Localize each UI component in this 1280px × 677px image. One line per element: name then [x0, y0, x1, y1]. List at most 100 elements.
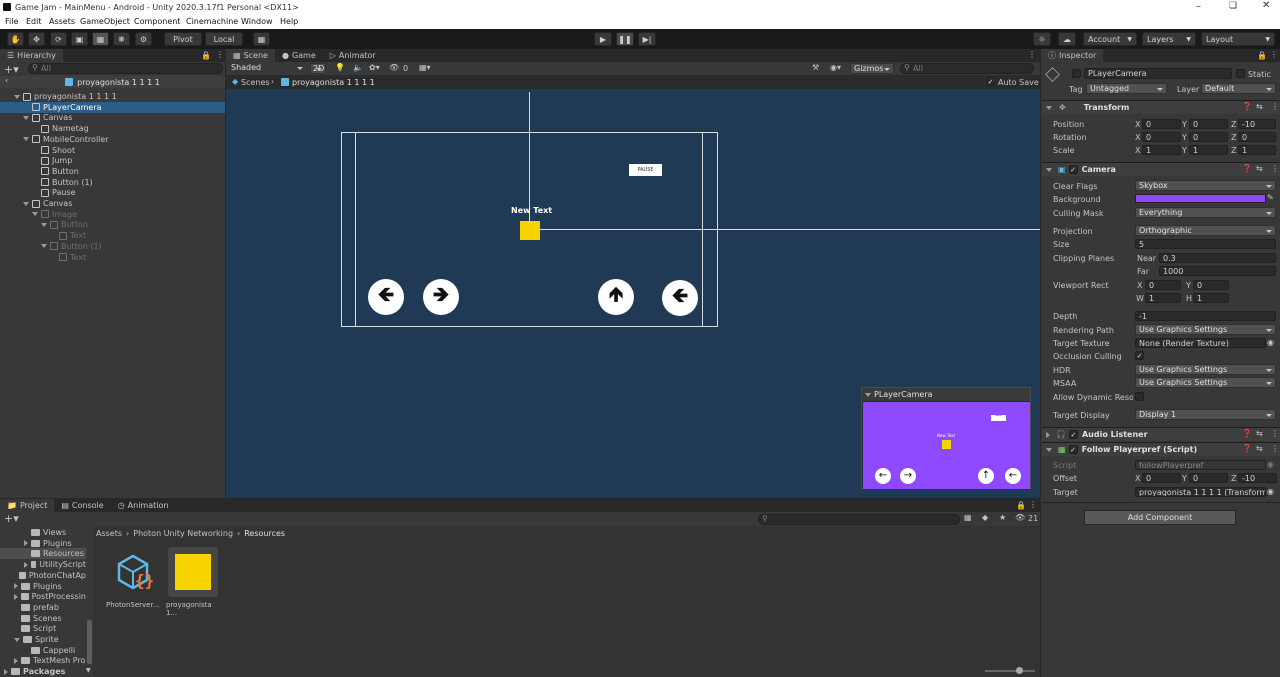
expand-arrow-icon[interactable] — [41, 244, 47, 249]
expand-arrow-icon[interactable] — [23, 115, 29, 120]
rotate-tool-icon[interactable]: ⟳ — [50, 32, 67, 46]
scale-z-axis-label[interactable]: Z — [1231, 146, 1236, 155]
expand-arrow-icon[interactable] — [23, 201, 29, 206]
add-component-button[interactable]: Add Component — [1084, 510, 1236, 525]
position-z-input[interactable]: -10 — [1238, 119, 1276, 129]
scale-y-axis-label[interactable]: Y — [1182, 146, 1187, 155]
audio-listener-collapse-icon[interactable] — [1046, 431, 1050, 438]
search-by-label-icon[interactable]: ◆ — [982, 513, 988, 522]
lock-icon[interactable]: 🔒 — [201, 51, 211, 60]
hdr-dropdown[interactable]: Use Graphics Settings — [1135, 364, 1276, 375]
menu-component[interactable]: Component — [134, 17, 180, 26]
folder-collapse-icon[interactable] — [14, 583, 18, 589]
offset-x-axis-label[interactable]: X — [1135, 474, 1140, 483]
scale-x-input[interactable]: 1 — [1142, 145, 1181, 155]
minimize-icon[interactable]: – — [1196, 1, 1201, 12]
position-x-axis-label[interactable]: X — [1135, 120, 1140, 129]
transform-header[interactable]: ✥ Transform ❓ ⇆ ⋮ — [1042, 100, 1280, 114]
size-input[interactable]: 5 — [1135, 239, 1276, 249]
background-color-swatch[interactable] — [1135, 194, 1266, 203]
rendering-path-dropdown[interactable]: Use Graphics Settings — [1135, 324, 1276, 335]
hierarchy-item[interactable]: proyagonista 1 1 1 1 — [0, 91, 225, 102]
gizmos-dropdown[interactable]: Gizmos — [850, 63, 894, 74]
hierarchy-item[interactable]: Canvas — [0, 198, 225, 209]
breadcrumb-photon[interactable]: Photon Unity Networking — [133, 529, 233, 538]
play-button[interactable]: ▶ — [594, 32, 612, 46]
projection-dropdown[interactable]: Orthographic — [1135, 225, 1276, 236]
tab-project[interactable]: 📁 Project — [0, 499, 55, 512]
shoot-button[interactable]: 🡸 — [662, 280, 698, 316]
target-display-dropdown[interactable]: Display 1 — [1135, 409, 1276, 420]
close-icon[interactable]: ✕ — [1262, 0, 1270, 11]
hierarchy-item[interactable]: Canvas — [0, 112, 225, 123]
expand-arrow-icon[interactable] — [14, 94, 20, 99]
target-picker-icon[interactable]: ◉ — [1267, 487, 1274, 496]
hierarchy-item[interactable]: Pause — [0, 187, 225, 198]
expand-arrow-icon[interactable] — [23, 137, 29, 142]
rotation-y-input[interactable]: 0 — [1189, 132, 1228, 142]
occlusion-culling-checkbox[interactable]: ✓ — [1135, 351, 1144, 360]
rotation-x-input[interactable]: 0 — [1142, 132, 1181, 142]
pause-button[interactable]: ❚❚ — [616, 32, 634, 46]
rotation-z-input[interactable]: 0 — [1238, 132, 1276, 142]
hierarchy-item[interactable]: Nametag — [0, 123, 225, 134]
breadcrumb-prefab[interactable]: proyagonista 1 1 1 1 — [292, 78, 375, 87]
viewport-w-input[interactable]: 1 — [1145, 293, 1181, 303]
position-y-input[interactable]: 0 — [1189, 119, 1228, 129]
account-dropdown[interactable]: Account ▼ — [1083, 32, 1137, 46]
effects-icon[interactable]: ✿▾ — [369, 63, 380, 72]
target-field[interactable]: proyagonista 1 1 1 1 (Transform) — [1135, 487, 1266, 497]
folder-collapse-icon[interactable] — [24, 561, 28, 568]
follow-help-icon[interactable]: ❓ — [1242, 444, 1252, 453]
audio-help-icon[interactable]: ❓ — [1242, 429, 1252, 438]
menu-cinemachine[interactable]: Cinemachine — [186, 17, 238, 26]
icon-size-slider-thumb[interactable] — [1016, 667, 1023, 674]
project-folder-item[interactable]: PhotonChatAp — [0, 570, 86, 581]
project-folder-item[interactable]: TextMesh Pro — [0, 655, 86, 666]
tab-animation[interactable]: ◷ Animation — [111, 499, 176, 512]
breadcrumb-scenes[interactable]: Scenes — [241, 78, 270, 87]
offset-z-axis-label[interactable]: Z — [1231, 474, 1236, 483]
menu-help[interactable]: Help — [280, 17, 298, 26]
target-texture-picker-icon[interactable]: ◉ — [1267, 338, 1274, 347]
hierarchy-item[interactable]: Button — [0, 219, 225, 230]
target-texture-field[interactable]: None (Render Texture) — [1135, 338, 1266, 348]
tag-dropdown[interactable]: Untagged — [1086, 83, 1167, 94]
folder-expand-icon[interactable] — [14, 637, 20, 642]
hierarchy-item[interactable]: Button (1) — [0, 241, 225, 252]
kebab-menu-icon[interactable]: ⋮ — [216, 50, 224, 59]
pause-ui-button[interactable]: PAUSE — [629, 164, 662, 176]
toggle-2d-button[interactable]: 2D — [310, 63, 326, 74]
project-search-input[interactable] — [758, 514, 960, 525]
project-folder-item[interactable]: Views — [0, 527, 86, 538]
hierarchy-item[interactable]: Image — [0, 209, 225, 220]
camera-collapse-icon[interactable] — [1046, 167, 1052, 172]
offset-y-input[interactable]: 0 — [1189, 473, 1228, 483]
icon-size-slider[interactable] — [985, 667, 1035, 674]
expand-arrow-icon[interactable] — [32, 212, 38, 217]
shading-mode-dropdown[interactable]: Shaded — [228, 63, 306, 74]
collapse-icon[interactable] — [865, 392, 871, 397]
folder-collapse-icon[interactable] — [14, 657, 18, 664]
msaa-dropdown[interactable]: Use Graphics Settings — [1135, 377, 1276, 388]
tab-game[interactable]: ● Game — [275, 49, 323, 62]
follow-collapse-icon[interactable] — [1046, 447, 1052, 452]
audio-preset-icon[interactable]: ⇆ — [1256, 429, 1263, 438]
clear-flags-dropdown[interactable]: Skybox — [1135, 180, 1276, 191]
rotation-z-axis-label[interactable]: Z — [1231, 133, 1236, 142]
hierarchy-item[interactable]: Text — [0, 252, 225, 263]
project-folder-item[interactable]: UtilityScript — [0, 559, 86, 570]
asset-proyagonista[interactable]: proyagonista 1... — [166, 547, 220, 617]
hierarchy-item[interactable]: Jump — [0, 155, 225, 166]
offset-x-input[interactable]: 0 — [1142, 473, 1181, 483]
rotation-y-axis-label[interactable]: Y — [1182, 133, 1187, 142]
collab-icon[interactable]: ☼ — [1033, 32, 1051, 46]
breadcrumb-resources[interactable]: Resources — [244, 529, 285, 538]
audio-kebab-icon[interactable]: ⋮ — [1271, 429, 1279, 438]
tree-scroll-down-icon[interactable]: ▼ — [86, 667, 91, 674]
search-by-type-icon[interactable]: ▦ — [964, 513, 972, 522]
offset-y-axis-label[interactable]: Y — [1182, 474, 1187, 483]
menu-file[interactable]: File — [5, 17, 18, 26]
transform-collapse-icon[interactable] — [1046, 105, 1052, 110]
project-create-icon[interactable]: +▾ — [4, 512, 19, 525]
